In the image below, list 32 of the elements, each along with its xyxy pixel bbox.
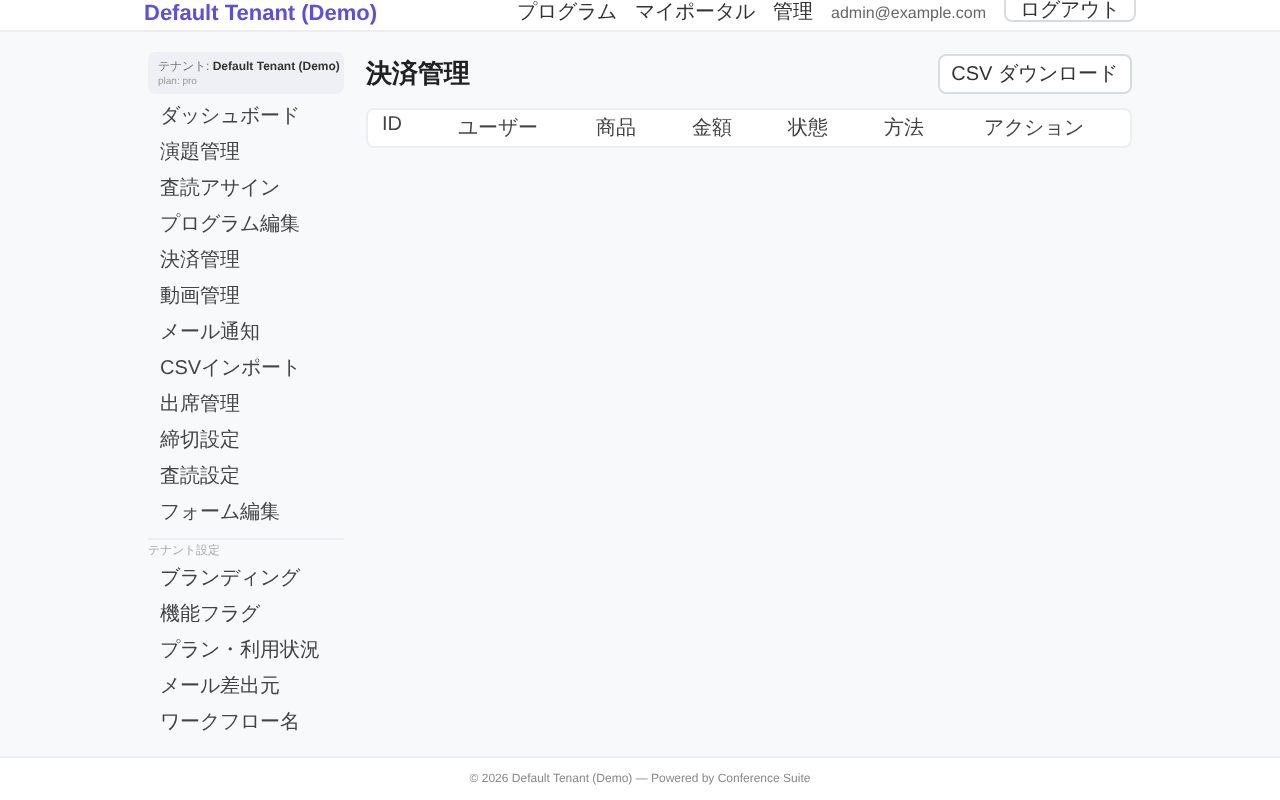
nav-link[interactable]: 管理 — [773, 0, 814, 26]
sidebar-item[interactable]: CSVインポート — [148, 352, 344, 388]
sidebar-item[interactable]: 機能フラグ — [148, 598, 344, 634]
sidebar-item[interactable]: メール通知 — [148, 316, 344, 352]
csv-download-button[interactable]: CSV ダウンロード — [937, 54, 1132, 94]
column-header: アクション — [984, 116, 1086, 142]
nav-link[interactable]: マイポータル — [635, 0, 756, 26]
sidebar-item[interactable]: 演題管理 — [148, 136, 344, 172]
column-header: ID — [382, 114, 404, 140]
user-email: admin@example.com — [831, 3, 986, 21]
nav-link[interactable]: プログラム — [517, 0, 618, 26]
sidebar-item[interactable]: 査読アサイン — [148, 172, 344, 208]
sidebar-item[interactable]: 動画管理 — [148, 280, 344, 316]
sidebar-item[interactable]: フォーム編集 — [148, 496, 344, 532]
column-header: 方法 — [884, 115, 926, 142]
sidebar-item[interactable]: ダッシュボード — [148, 100, 344, 136]
sidebar-item[interactable]: 決済管理 — [148, 244, 344, 280]
column-header: ユーザー — [458, 116, 540, 142]
sidebar-item[interactable]: ワークフロー名 — [148, 706, 344, 742]
sidebar-item[interactable]: プログラム編集 — [148, 208, 344, 244]
sidebar-item[interactable]: 締切設定 — [148, 424, 344, 460]
page-title: 決済管理 — [366, 56, 470, 92]
brand-name[interactable]: Default Tenant (Demo) — [144, 2, 378, 26]
sidebar-item[interactable]: プラン・利用状況 — [148, 634, 344, 670]
sidebar-item[interactable]: メール差出元 — [148, 670, 344, 706]
column-header: 金額 — [692, 115, 734, 142]
logout-button[interactable]: ログアウト — [1004, 0, 1136, 22]
column-header: 商品 — [596, 115, 638, 142]
sidebar-item[interactable]: ブランディング — [148, 562, 344, 598]
column-header: 状態 — [788, 115, 830, 142]
sidebar-item[interactable]: 査読設定 — [148, 460, 344, 496]
sidebar-item[interactable]: 出席管理 — [148, 388, 344, 424]
